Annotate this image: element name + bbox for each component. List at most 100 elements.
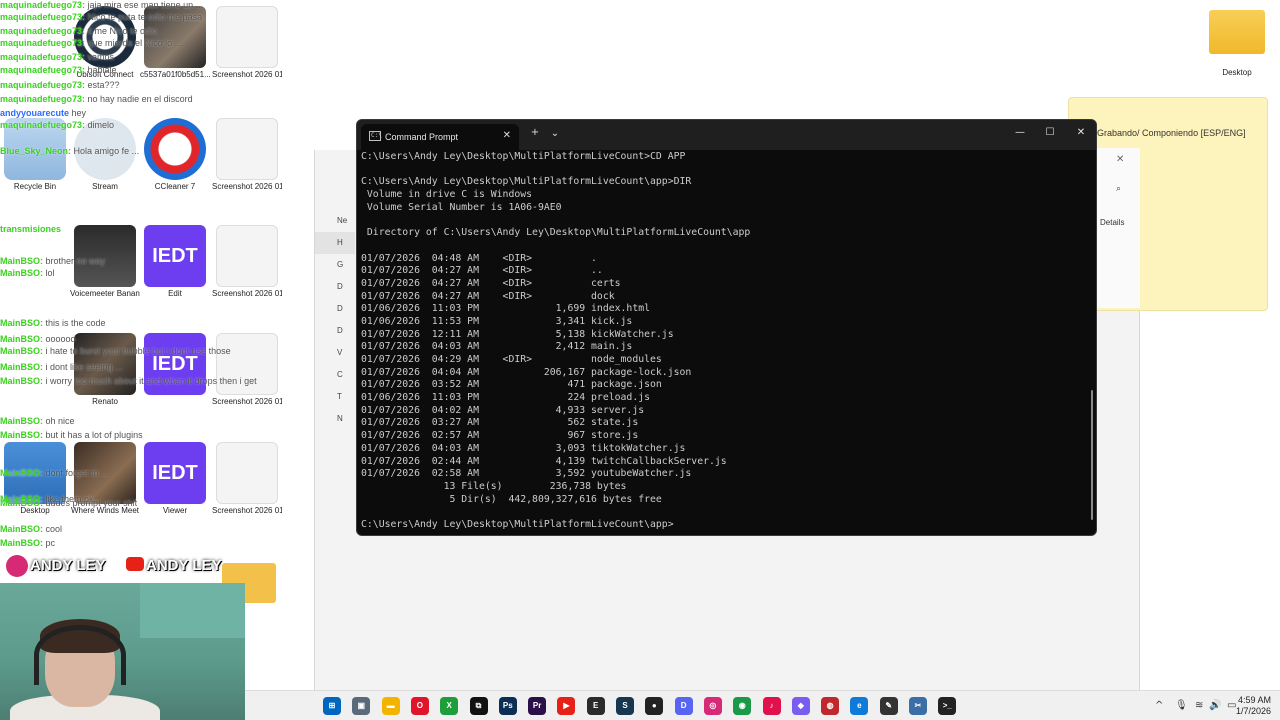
maximize-button[interactable]: ☐ [1035, 120, 1065, 146]
chat-message: maquinadefuego73: Nico te puta te odio m… [0, 12, 202, 23]
tiktok-icon[interactable]: ♪ [762, 697, 781, 715]
chat-text: like them ok [45, 494, 94, 504]
terminal-line: 01/07/2026 04:04 AM 206,167 package-lock… [361, 366, 692, 378]
discord-icon[interactable]: D [674, 697, 693, 715]
chat-username: maquinadefuego73: [0, 52, 86, 62]
chat-username: transmisiones [0, 224, 62, 234]
record-icon[interactable]: ◍ [821, 697, 840, 715]
file-explorer-icon[interactable]: ▬ [381, 697, 400, 715]
chat-username: maquinadefuego73: [0, 38, 86, 48]
tab-label: Command Prompt [385, 132, 459, 142]
chat-message: MainBSO: oh nice [0, 416, 75, 427]
chat-message: MainBSO: like them ok [0, 494, 94, 505]
terminal-line: 01/06/2026 11:03 PM 1,699 index.html [361, 303, 651, 315]
terminal-line: C:\Users\Andy Ley\Desktop\MultiPlatformL… [361, 176, 692, 188]
terminal-line: 01/07/2026 04:27 AM <DIR> .. [361, 265, 603, 277]
snipping-icon[interactable]: ✂ [909, 697, 927, 715]
chat-text: hey [71, 108, 87, 118]
command-prompt-window[interactable]: C:\ Command Prompt ✕ + ⌄ — ☐ ✕ C:\Users\… [356, 119, 1097, 536]
tray-chevron-icon[interactable]: ^ [1155, 700, 1163, 711]
new-tab-button[interactable]: + [527, 127, 543, 138]
opera-icon[interactable]: O [410, 697, 429, 715]
clock-time: 4:59 AM [1237, 695, 1271, 705]
chat-message: MainBSO: dont forget to ... [0, 468, 109, 479]
chat-text: dimelo [87, 120, 115, 130]
folder-icon [1209, 10, 1265, 54]
capcut-icon[interactable]: ⧉ [469, 697, 488, 715]
search-icon[interactable]: ⌕ [1116, 184, 1121, 194]
premiere-icon[interactable]: Pr [528, 697, 547, 715]
terminal-line: 01/07/2026 02:57 AM 967 store.js [361, 430, 639, 442]
stream-chat-overlay: maquinadefuego73: jaja mira ese man tien… [0, 0, 340, 560]
chat-text: que mierda el Nico lo ... [87, 38, 183, 48]
chat-message: maquinadefuego73: vamos [0, 52, 114, 63]
chat-text: jaja mira ese man tiene un ... [87, 0, 204, 10]
chat-message: MainBSO: pc [0, 538, 55, 549]
scrollbar[interactable] [1091, 390, 1093, 520]
streamer-bot-icon[interactable]: ◆ [791, 697, 810, 715]
chat-message: maquinadefuego73: jaja mira ese man tien… [0, 0, 203, 11]
epic-games-icon[interactable]: E [586, 697, 605, 715]
terminal-line: 01/07/2026 04:27 AM <DIR> dock [361, 290, 615, 302]
details-label[interactable]: Details [1100, 218, 1124, 227]
steam-icon[interactable]: S [616, 697, 634, 715]
terminal-line: 01/07/2026 02:44 AM 4,139 twitchCallback… [361, 455, 727, 467]
chat-username: maquinadefuego73: [0, 120, 86, 130]
terminal-output[interactable]: C:\Users\Andy Ley\Desktop\MultiPlatformL… [361, 151, 1082, 535]
chat-username: Blue_Sky_Neon: [0, 146, 72, 156]
volume-icon[interactable]: 🔊 [1209, 700, 1221, 711]
chat-message: MainBSO: brother no way [0, 256, 105, 267]
clock[interactable]: 4:59 AM 1/7/2026 [1223, 691, 1271, 720]
chat-username: maquinadefuego73: [0, 65, 86, 75]
chat-username: MainBSO: [0, 468, 44, 478]
terminal-line: 01/07/2026 02:58 AM 3,592 youtubeWatcher… [361, 468, 692, 480]
notes-icon[interactable]: ✎ [879, 697, 898, 715]
cmd-icon: C:\ [369, 131, 382, 141]
background-monitor [140, 583, 245, 638]
obs-icon[interactable]: ● [645, 697, 664, 715]
start-icon[interactable]: ⊞ [323, 697, 341, 715]
tab-close-icon[interactable]: ✕ [503, 130, 511, 141]
chat-username: MainBSO: [0, 494, 44, 504]
edge-icon[interactable]: e [850, 697, 869, 715]
chat-text: oooooo [45, 334, 76, 344]
minimize-button[interactable]: — [1005, 120, 1035, 146]
chat-text: vamos [87, 52, 115, 62]
instagram-icon[interactable]: ◎ [703, 697, 722, 715]
chat-username: MainBSO: [0, 256, 44, 266]
chat-message: MainBSO: cool [0, 524, 62, 535]
tab-dropdown-icon[interactable]: ⌄ [547, 128, 563, 139]
chat-message: maquinadefuego73: hablale [0, 65, 117, 76]
terminal-line: 01/07/2026 04:27 AM <DIR> certs [361, 277, 621, 289]
youtube-music-icon[interactable]: ▶ [557, 697, 576, 715]
photoshop-icon[interactable]: Ps [498, 697, 517, 715]
chat-username: maquinadefuego73: [0, 26, 86, 36]
chat-message: maquinadefuego73: no hay nadie en el dis… [0, 94, 193, 105]
terminal-icon[interactable]: >_ [938, 697, 957, 715]
chat-username: andyyouarecute [0, 108, 70, 118]
terminal-line: 01/06/2026 11:53 PM 3,341 kick.js [361, 315, 633, 327]
desktop-icon-label: Desktop [1222, 68, 1252, 77]
close-icon[interactable]: ✕ [1116, 154, 1124, 165]
explorer-right-panel: ✕ ⌕ Details [1090, 148, 1140, 308]
microphone-icon[interactable]: 🎙 [1175, 700, 1188, 711]
tab-command-prompt[interactable]: C:\ Command Prompt ✕ [361, 124, 519, 150]
wifi-icon[interactable]: ≋ [1195, 700, 1203, 711]
image-viewer-icon[interactable]: ▣ [352, 697, 371, 715]
close-button[interactable]: ✕ [1066, 120, 1096, 146]
terminal-line: Volume Serial Number is 1A06-9AE0 [361, 201, 562, 213]
chrome-icon[interactable]: ◉ [733, 697, 752, 715]
terminal-titlebar[interactable]: C:\ Command Prompt ✕ + ⌄ — ☐ ✕ [357, 120, 1096, 150]
chat-text: i dont like seeing ... [45, 362, 123, 372]
xbox-icon[interactable]: X [440, 697, 459, 715]
chat-username: MainBSO: [0, 416, 44, 426]
terminal-line: 13 File(s) 236,738 bytes [361, 480, 627, 492]
chat-text: esta??? [87, 80, 120, 90]
chat-username: MainBSO: [0, 376, 44, 386]
chat-text: this is the code [45, 318, 106, 328]
chat-text: oh nice [45, 416, 75, 426]
desktop-icon[interactable]: Desktop [1202, 10, 1272, 77]
chat-text: pc [45, 538, 56, 548]
chat-message: MainBSO: i dont like seeing ... [0, 362, 123, 373]
chat-username: MainBSO: [0, 362, 44, 372]
